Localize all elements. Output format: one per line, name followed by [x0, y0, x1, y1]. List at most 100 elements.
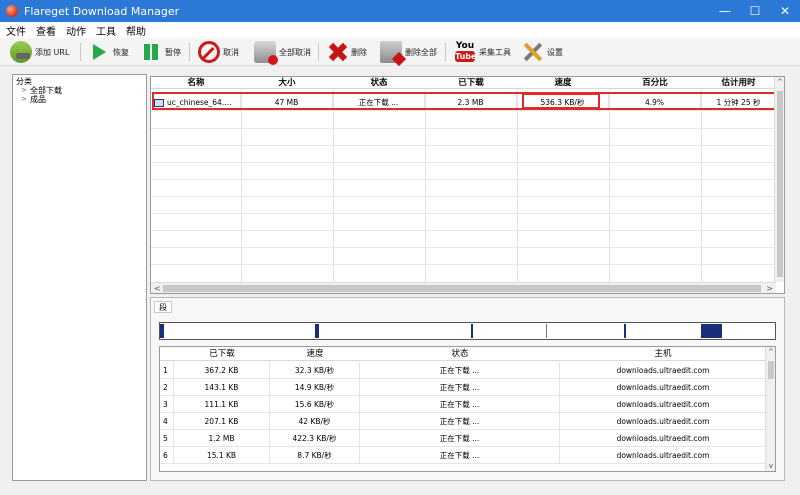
scroll-thumb[interactable] [163, 285, 761, 292]
grabber-label: 采集工具 [479, 47, 511, 57]
empty-row [151, 265, 776, 282]
conn-speed: 42 KB/秒 [270, 413, 360, 430]
cancel-all-icon [254, 41, 278, 65]
scroll-left-icon[interactable]: < [154, 283, 161, 293]
scroll-down-icon[interactable]: v [766, 462, 775, 470]
tree-item-label: 全部下载 [30, 86, 62, 95]
segment-block [624, 324, 626, 338]
conn-speed: 14.9 KB/秒 [270, 379, 360, 396]
toolbar-separator [80, 43, 81, 61]
empty-row [151, 112, 776, 129]
scroll-thumb[interactable] [768, 361, 774, 379]
column-speed[interactable]: 速度 [517, 77, 609, 89]
download-list-vscrollbar[interactable]: ^ [774, 77, 784, 282]
connection-row[interactable]: 3 111.1 KB 15.6 KB/秒 正在下载 ... downloads.… [160, 396, 766, 413]
youtube-icon: You Tube [454, 41, 476, 63]
conn-downloaded: 367.2 KB [174, 362, 270, 379]
tab-segments[interactable]: 段 [154, 301, 172, 313]
tools-icon [522, 41, 544, 63]
scroll-thumb[interactable] [777, 91, 783, 277]
pause-button[interactable]: 暂停 [140, 40, 181, 64]
conn-host: downloads.ultraedit.com [616, 366, 710, 375]
add-url-icon [10, 41, 32, 63]
conn-status: 正在下载 ... [360, 362, 560, 379]
menu-action[interactable]: 动作 [66, 23, 86, 38]
conn-downloaded: 15.1 KB [174, 447, 270, 464]
resume-button[interactable]: 恢复 [88, 40, 129, 64]
resume-label: 恢复 [113, 47, 129, 57]
empty-row [151, 129, 776, 146]
column-size[interactable]: 大小 [241, 77, 333, 89]
highlight-row-box [152, 92, 776, 110]
download-list: 名称 大小 状态 已下载 速度 百分比 估计用时 uc_chinese_64.…… [150, 76, 785, 294]
connection-row[interactable]: 2 143.1 KB 14.9 KB/秒 正在下载 ... downloads.… [160, 379, 766, 396]
connections-vscrollbar[interactable]: ^ v [765, 347, 775, 471]
segment-block [701, 324, 722, 338]
conn-status: 正在下载 ... [360, 396, 560, 413]
conn-column-host[interactable]: 主机 [560, 347, 766, 361]
chevron-right-icon[interactable]: > [21, 86, 30, 95]
tree-item-all-downloads[interactable]: > 全部下载 [16, 86, 143, 95]
connection-row[interactable]: 6 15.1 KB 8.7 KB/秒 正在下载 ... downloads.ul… [160, 447, 766, 464]
conn-index: 2 [160, 379, 174, 396]
conn-column-downloaded[interactable]: 已下载 [174, 347, 270, 361]
delete-button[interactable]: 删除 [326, 40, 367, 64]
conn-status: 正在下载 ... [360, 430, 560, 447]
conn-column-status[interactable]: 状态 [360, 347, 560, 361]
cancel-button[interactable]: 取消 [198, 40, 239, 64]
segment-block [160, 324, 164, 338]
conn-column-speed[interactable]: 速度 [270, 347, 360, 361]
segment-block [315, 324, 319, 338]
conn-index: 1 [160, 362, 174, 379]
title-bar: Flareget Download Manager — ☐ ✕ [0, 0, 800, 22]
conn-index: 3 [160, 396, 174, 413]
empty-row [151, 231, 776, 248]
column-divider [517, 89, 518, 282]
chevron-right-icon[interactable]: > [21, 95, 30, 104]
menu-help[interactable]: 帮助 [126, 23, 146, 38]
app-logo-icon [6, 5, 18, 17]
maximize-button[interactable]: ☐ [740, 0, 770, 22]
connection-row[interactable]: 4 207.1 KB 42 KB/秒 正在下载 ... downloads.ul… [160, 413, 766, 430]
grabber-button[interactable]: You Tube 采集工具 [454, 40, 511, 64]
column-eta[interactable]: 估计用时 [701, 77, 776, 89]
delete-all-button[interactable]: 删除全部 [380, 40, 437, 64]
empty-row [151, 146, 776, 163]
column-downloaded[interactable]: 已下载 [425, 77, 517, 89]
cancel-all-button[interactable]: 全部取消 [254, 40, 311, 65]
connection-row[interactable]: 5 1.2 MB 422.3 KB/秒 正在下载 ... downloads.u… [160, 430, 766, 447]
toolbar: 添加 URL 恢复 暂停 取消 全部取消 删除 删除全部 You Tube 采集… [0, 38, 800, 66]
connections-table: 已下载 速度 状态 主机 1 367.2 KB 32.3 KB/秒 正在下载 .… [159, 346, 776, 472]
conn-status: 正在下载 ... [360, 379, 560, 396]
scroll-up-icon[interactable]: ^ [766, 348, 775, 356]
conn-downloaded: 111.1 KB [174, 396, 270, 413]
connections-header: 已下载 速度 状态 主机 [160, 347, 766, 361]
toolbar-separator [445, 43, 446, 61]
conn-speed: 15.6 KB/秒 [270, 396, 360, 413]
column-percent[interactable]: 百分比 [609, 77, 701, 89]
conn-host: downloads.ultraedit.com [616, 383, 710, 392]
add-url-button[interactable]: 添加 URL [10, 40, 69, 64]
scroll-right-icon[interactable]: > [766, 283, 773, 293]
menu-file[interactable]: 文件 [6, 23, 26, 38]
empty-row [151, 163, 776, 180]
connection-row[interactable]: 1 367.2 KB 32.3 KB/秒 正在下载 ... downloads.… [160, 362, 766, 379]
column-status[interactable]: 状态 [333, 77, 425, 89]
close-button[interactable]: ✕ [770, 0, 800, 22]
conn-downloaded: 143.1 KB [174, 379, 270, 396]
column-name[interactable]: 名称 [151, 77, 241, 89]
conn-index: 5 [160, 430, 174, 447]
toolbar-separator [189, 43, 190, 61]
conn-host: downloads.ultraedit.com [616, 417, 710, 426]
column-divider [241, 89, 242, 282]
menu-tools[interactable]: 工具 [96, 23, 116, 38]
main-area: 分类 > 全部下载 > 成品 名称 大小 状态 已下载 速度 百分比 估计用时 … [0, 66, 800, 495]
menu-view[interactable]: 查看 [36, 23, 56, 38]
settings-button[interactable]: 设置 [522, 40, 563, 64]
scroll-up-icon[interactable]: ^ [775, 78, 784, 86]
minimize-button[interactable]: — [710, 0, 740, 22]
conn-status: 正在下载 ... [360, 413, 560, 430]
download-list-hscrollbar[interactable]: < > [151, 282, 776, 293]
tree-item-finished[interactable]: > 成品 [16, 95, 143, 104]
category-tree: 分类 > 全部下载 > 成品 [12, 74, 147, 481]
